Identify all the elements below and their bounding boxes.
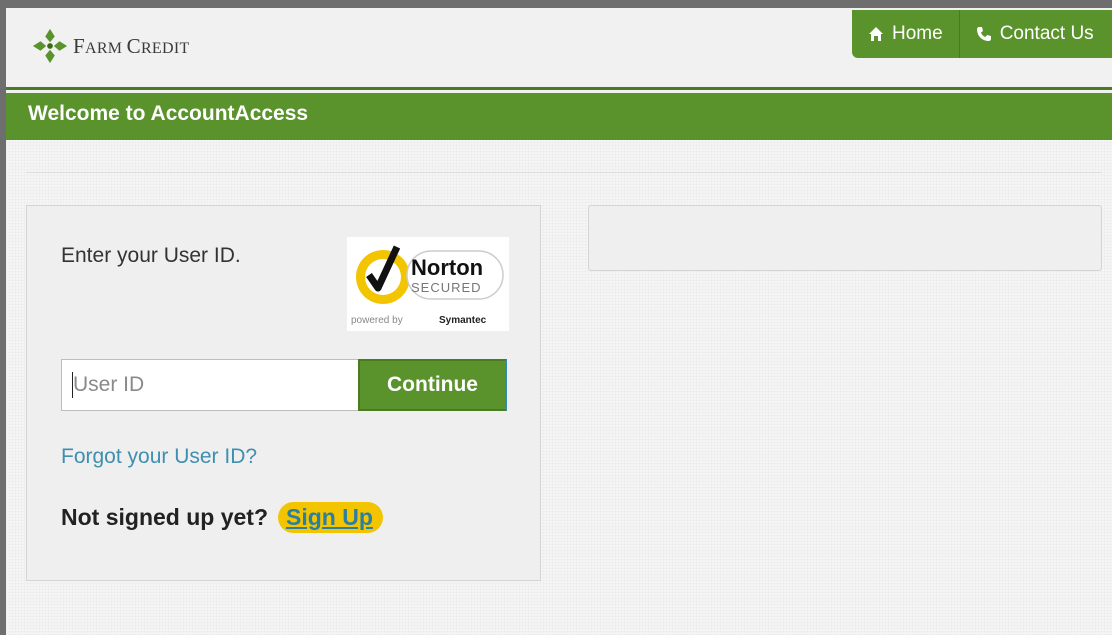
nav-contact-us[interactable]: Contact Us [958,10,1110,58]
forgot-user-id-link[interactable]: Forgot your User ID? [61,445,257,469]
signup-question: Not signed up yet? [61,504,268,530]
farm-credit-leaf-icon [32,28,68,64]
norton-logo: Norton SECURED powered by Symantec [351,245,504,326]
nav-contact-label: Contact Us [999,23,1094,44]
norton-vendor-text: Symantec [439,315,487,326]
norton-powered-text: powered by [351,315,403,326]
browser-page: FARM CREDIT Home Contact Us Welcome to A… [6,8,1112,635]
info-panel [588,205,1102,271]
sign-up-link[interactable]: Sign Up [278,502,383,533]
divider [26,172,1102,173]
user-id-prompt: Enter your User ID. [61,244,241,267]
user-id-input[interactable] [61,359,359,411]
nav-home-label: Home [892,23,943,44]
text-caret [72,372,73,398]
signup-row: Not signed up yet? Sign Up [61,502,383,533]
norton-brand-text: Norton [411,255,483,280]
farm-credit-logo[interactable]: FARM CREDIT [31,27,190,65]
phone-icon [976,27,991,41]
continue-button[interactable]: Continue [358,359,507,411]
norton-secured-text: SECURED [411,280,482,295]
welcome-banner: Welcome to AccountAccess [6,93,1112,140]
home-icon [869,27,883,41]
logo-text: FARM CREDIT [73,33,190,58]
top-nav: Home Contact Us [852,10,1112,58]
site-header: FARM CREDIT Home Contact Us [6,8,1112,90]
nav-home[interactable]: Home [852,10,959,58]
login-panel: Enter your User ID. Norton SECURED power… [26,205,541,581]
norton-secured-badge[interactable]: Norton SECURED powered by Symantec [347,237,509,331]
